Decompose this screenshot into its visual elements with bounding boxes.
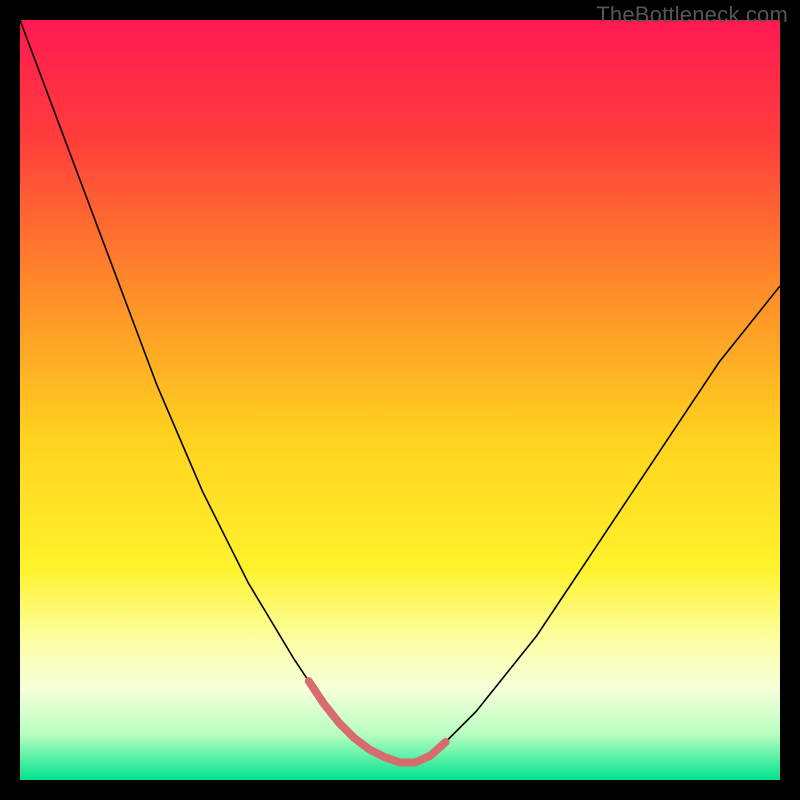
watermark-text: TheBottleneck.com: [596, 2, 788, 28]
chart-background: [20, 20, 780, 780]
bottleneck-chart: [20, 20, 780, 780]
chart-container: TheBottleneck.com: [0, 0, 800, 800]
